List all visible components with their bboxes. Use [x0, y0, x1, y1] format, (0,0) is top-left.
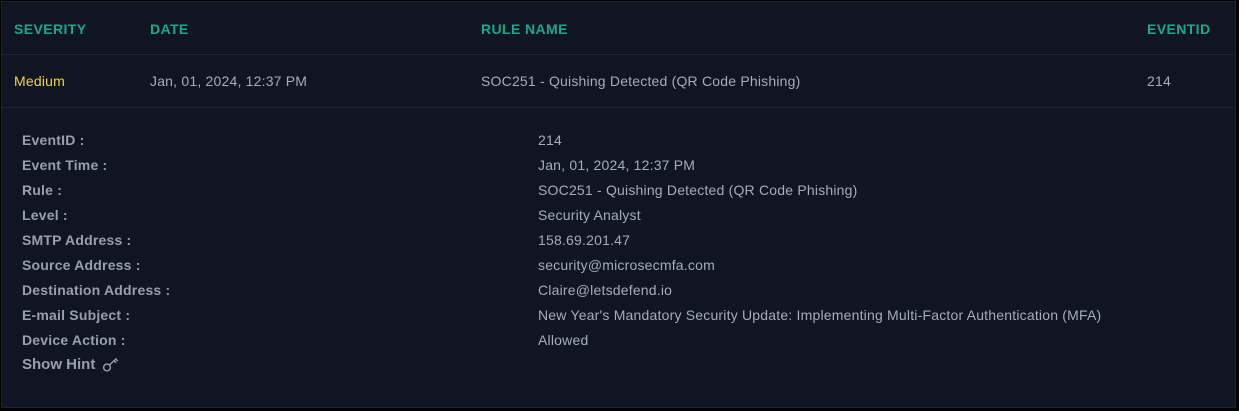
detail-label: Event Time : [22, 157, 108, 173]
show-hint-label: Show Hint [22, 356, 96, 373]
detail-value: security@microsecmfa.com [538, 257, 715, 273]
key-icon [103, 357, 119, 372]
column-header-date[interactable]: DATE [150, 21, 189, 37]
rule-name-cell: SOC251 - Quishing Detected (QR Code Phis… [481, 73, 801, 89]
detail-row-smtp-address: SMTP Address : 158.69.201.47 [2, 232, 1235, 257]
table-header: SEVERITY DATE RULE NAME EVENTID [2, 2, 1235, 55]
detail-label: Source Address : [22, 257, 141, 273]
detail-label: Rule : [22, 182, 63, 198]
detail-row-device-action: Device Action : Allowed [2, 332, 1235, 357]
column-header-eventid[interactable]: EVENTID [1147, 21, 1210, 37]
table-row[interactable]: Medium Jan, 01, 2024, 12:37 PM SOC251 - … [2, 55, 1235, 108]
detail-label: E-mail Subject : [22, 307, 131, 323]
detail-row-email-subject: E-mail Subject : New Year's Mandatory Se… [2, 307, 1235, 332]
detail-value: Claire@letsdefend.io [538, 282, 673, 298]
detail-row-event-time: Event Time : Jan, 01, 2024, 12:37 PM [2, 157, 1235, 182]
detail-value: Security Analyst [538, 207, 641, 223]
detail-value: New Year's Mandatory Security Update: Im… [538, 307, 1102, 323]
eventid-cell: 214 [1147, 73, 1171, 89]
detail-label: EventID : [22, 132, 85, 148]
show-hint-button[interactable]: Show Hint [22, 356, 120, 373]
detail-value: Jan, 01, 2024, 12:37 PM [538, 157, 696, 173]
detail-row-destination-address: Destination Address : Claire@letsdefend.… [2, 282, 1235, 307]
column-header-severity[interactable]: SEVERITY [14, 21, 86, 37]
column-header-rule-name[interactable]: RULE NAME [481, 21, 568, 37]
alert-panel: SEVERITY DATE RULE NAME EVENTID Medium J… [1, 1, 1236, 408]
detail-label: Level : [22, 207, 68, 223]
detail-value: SOC251 - Quishing Detected (QR Code Phis… [538, 182, 858, 198]
detail-row-eventid: EventID : 214 [2, 132, 1235, 157]
detail-label: SMTP Address : [22, 232, 132, 248]
detail-label: Destination Address : [22, 282, 171, 298]
detail-row-source-address: Source Address : security@microsecmfa.co… [2, 257, 1235, 282]
detail-value: Allowed [538, 332, 589, 348]
detail-value: 158.69.201.47 [538, 232, 631, 248]
severity-cell: Medium [14, 73, 65, 89]
detail-label: Device Action : [22, 332, 126, 348]
detail-row-rule: Rule : SOC251 - Quishing Detected (QR Co… [2, 182, 1235, 207]
detail-row-level: Level : Security Analyst [2, 207, 1235, 232]
date-cell: Jan, 01, 2024, 12:37 PM [150, 73, 308, 89]
detail-value: 214 [538, 132, 562, 148]
